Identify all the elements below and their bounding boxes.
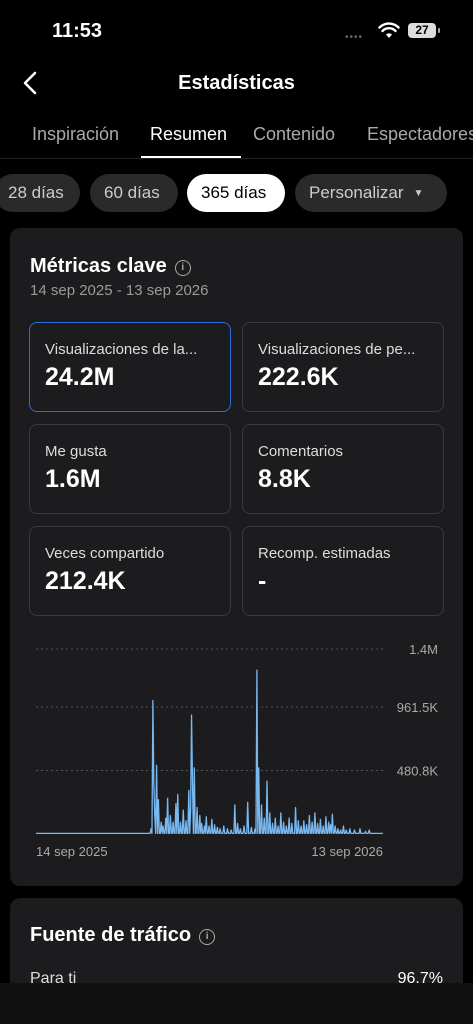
metric-tile-post-views[interactable]: Visualizaciones de la... 24.2M [29, 322, 231, 412]
metric-label: Visualizaciones de la... [45, 341, 198, 358]
metric-label: Me gusta [45, 443, 107, 460]
metric-tile-comments[interactable]: Comentarios 8.8K [242, 424, 444, 514]
signal-dots-icon: •••• [345, 32, 364, 43]
metrics-title-text: Métricas clave [30, 255, 167, 277]
traffic-title: Fuente de tráfico i [30, 924, 216, 947]
period-label: 365 días [201, 183, 267, 202]
page-title: Estadísticas [178, 72, 295, 94]
tab-resumen[interactable]: Resumen [150, 124, 227, 145]
tab-espectadores[interactable]: Espectadores [367, 124, 473, 145]
info-icon[interactable]: i [174, 260, 191, 276]
metric-value: 1.6M [45, 465, 101, 493]
metric-value: 8.8K [258, 465, 311, 493]
key-metrics-card: Métricas clave i 14 sep 2025 - 13 sep 202… [10, 228, 463, 886]
metric-label: Recomp. estimadas [258, 545, 391, 562]
metric-value: 212.4K [45, 567, 126, 595]
period-label: 28 días [8, 183, 64, 202]
x-axis-end-label: 13 sep 2026 [311, 844, 383, 859]
metrics-title: Métricas clave i [30, 255, 191, 278]
period-custom-dropdown[interactable]: Personalizar ▼ [295, 174, 447, 212]
views-series-line [36, 669, 383, 834]
battery-cap [438, 28, 440, 33]
metric-value: 222.6K [258, 363, 339, 391]
tab-inspiracion[interactable]: Inspiración [32, 124, 119, 145]
metric-label: Visualizaciones de pe... [258, 341, 416, 358]
status-bar: 11:53 •••• 27 [0, 0, 473, 62]
period-60-days[interactable]: 60 días [90, 174, 178, 212]
tab-contenido[interactable]: Contenido [253, 124, 335, 145]
metric-tile-profile-views[interactable]: Visualizaciones de pe... 222.6K [242, 322, 444, 412]
info-icon[interactable]: i [199, 929, 216, 945]
metric-value: 24.2M [45, 363, 115, 391]
metric-label: Veces compartido [45, 545, 165, 562]
bottom-bar [0, 983, 473, 1024]
caret-down-icon: ▼ [413, 187, 424, 199]
y-tick-label: 1.4M [409, 642, 438, 657]
status-time: 11:53 [52, 20, 103, 42]
metric-tile-likes[interactable]: Me gusta 1.6M [29, 424, 231, 514]
tab-bar: Inspiración Resumen Contenido Espectador… [0, 118, 473, 158]
metric-label: Comentarios [258, 443, 344, 460]
metric-tile-rewards[interactable]: Recomp. estimadas - [242, 526, 444, 616]
period-label: 60 días [104, 183, 160, 202]
battery-icon: 27 [408, 23, 436, 38]
x-axis-start-label: 14 sep 2025 [36, 844, 108, 859]
metric-tile-shares[interactable]: Veces compartido 212.4K [29, 526, 231, 616]
tabs-divider [0, 158, 473, 159]
date-range: 14 sep 2025 - 13 sep 2026 [30, 282, 209, 299]
period-365-days[interactable]: 365 días [187, 174, 285, 212]
period-28-days[interactable]: 28 días [0, 174, 80, 212]
y-tick-label: 961.5K [397, 700, 439, 715]
header: Estadísticas [0, 62, 473, 106]
wifi-icon [378, 22, 400, 38]
traffic-title-text: Fuente de tráfico [30, 924, 192, 946]
period-label: Personalizar [309, 183, 404, 202]
y-tick-label: 480.8K [397, 763, 439, 778]
views-line-chart: 1.4M 961.5K 480.8K 14 sep 2025 13 sep 2026 [36, 642, 439, 859]
metric-value: - [258, 567, 267, 595]
